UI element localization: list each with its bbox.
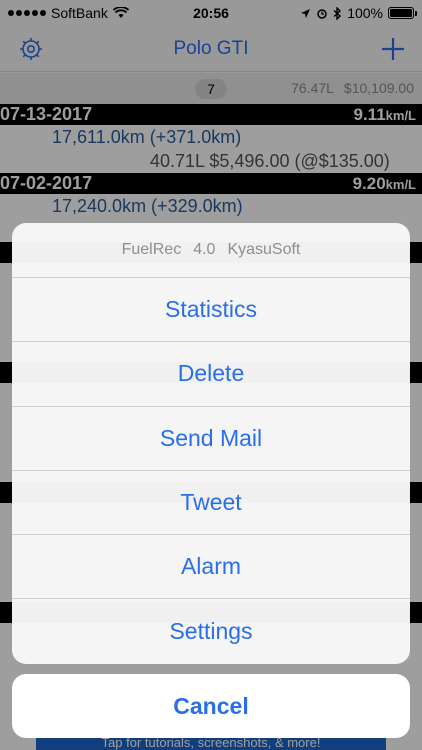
action-sheet: FuelRec 4.0 KyasuSoft Statistics Delete … xyxy=(12,223,410,664)
tweet-button[interactable]: Tweet xyxy=(12,471,410,536)
sheet-settings-button[interactable]: Settings xyxy=(12,599,410,663)
developer-name: KyasuSoft xyxy=(227,241,301,258)
cancel-button[interactable]: Cancel xyxy=(12,674,410,738)
alarm-button[interactable]: Alarm xyxy=(12,535,410,600)
action-sheet-header: FuelRec 4.0 KyasuSoft xyxy=(12,223,410,278)
delete-button[interactable]: Delete xyxy=(12,342,410,407)
app-name: FuelRec xyxy=(121,241,182,258)
app-version: 4.0 xyxy=(193,241,216,258)
statistics-button[interactable]: Statistics xyxy=(12,278,410,343)
send-mail-button[interactable]: Send Mail xyxy=(12,407,410,471)
